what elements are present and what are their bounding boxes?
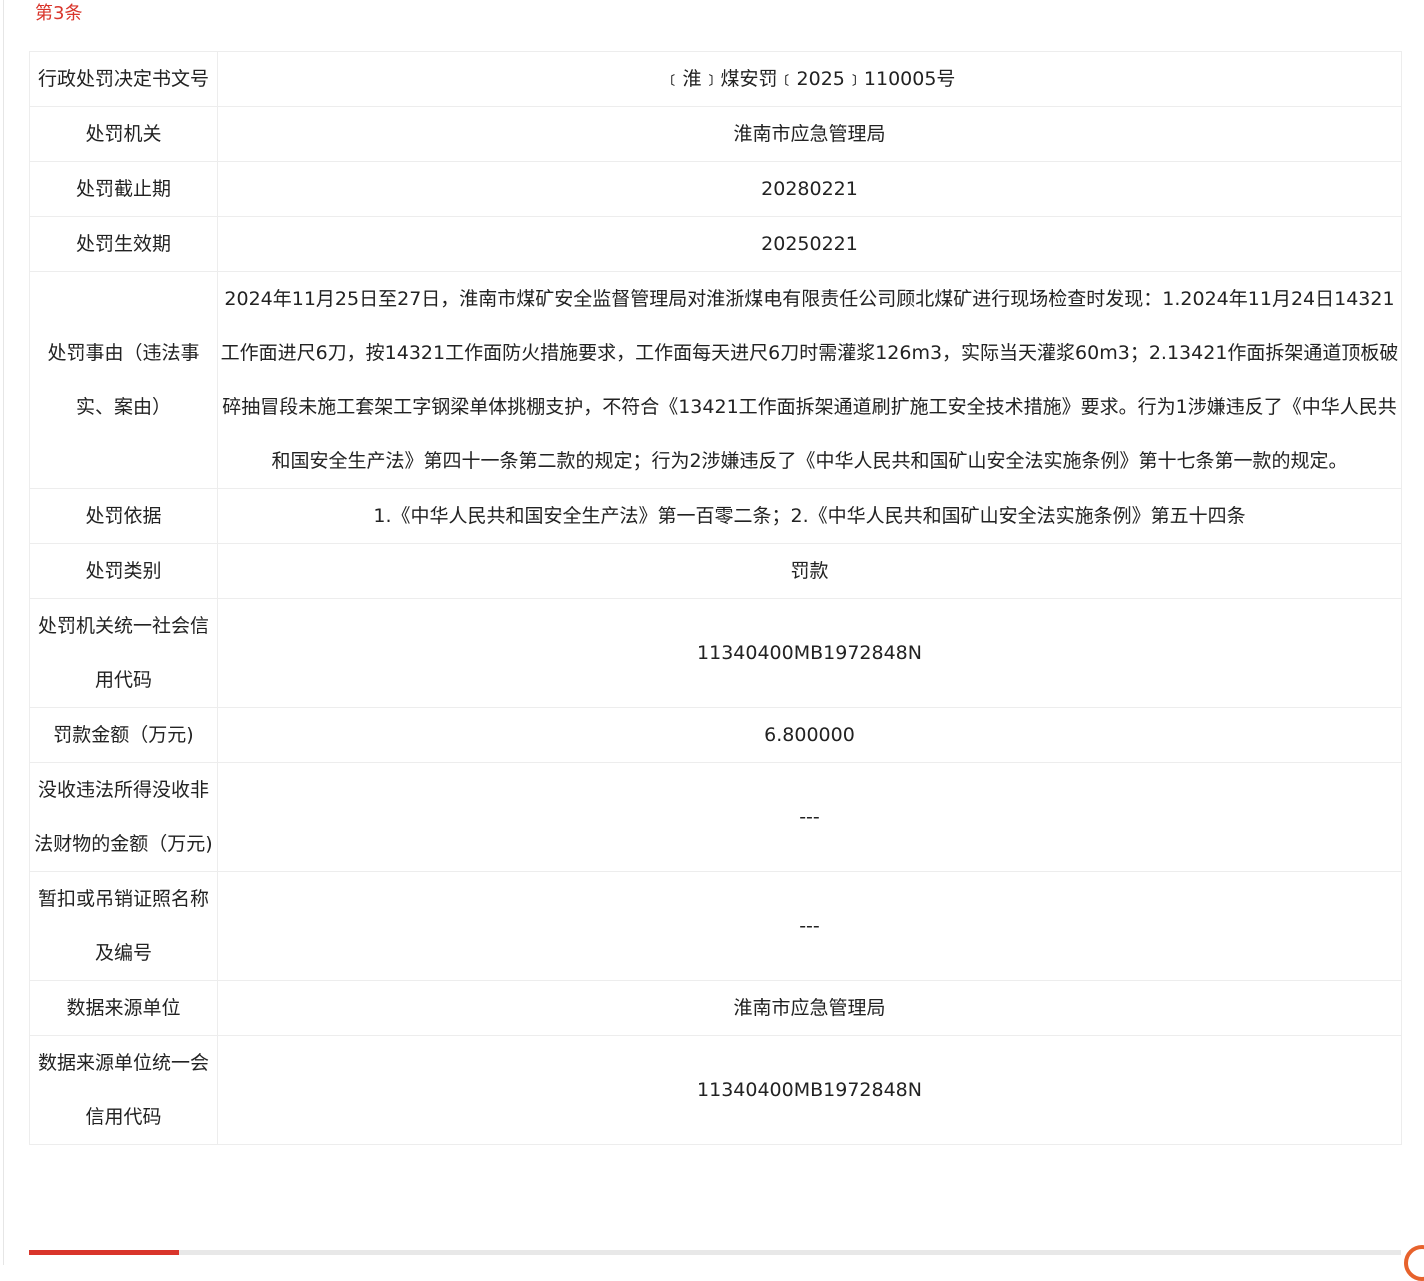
- table-row-decision-number: 行政处罚决定书文号 ﹝淮﹞煤安罚﹝2025﹞110005号: [29, 51, 1402, 107]
- table-row-authority-credit-code: 处罚机关统一社会信用代码 11340400MB1972848N: [29, 598, 1402, 708]
- row-label: 处罚截止期: [29, 161, 218, 217]
- row-label: 数据来源单位: [29, 980, 218, 1036]
- row-label: 处罚机关统一社会信用代码: [29, 598, 218, 708]
- floating-action-icon[interactable]: [1404, 1245, 1424, 1281]
- row-label: 没收违法所得没收非法财物的金额（万元): [29, 762, 218, 872]
- table-row-data-source: 数据来源单位 淮南市应急管理局: [29, 980, 1402, 1036]
- row-label: 处罚生效期: [29, 216, 218, 272]
- row-label: 处罚依据: [29, 488, 218, 544]
- row-value: 淮南市应急管理局: [217, 980, 1402, 1036]
- row-value: 淮南市应急管理局: [217, 106, 1402, 162]
- table-row-authority: 处罚机关 淮南市应急管理局: [29, 106, 1402, 162]
- row-value: 1.《中华人民共和国安全生产法》第一百零二条；2.《中华人民共和国矿山安全法实施…: [217, 488, 1402, 544]
- row-value: 20250221: [217, 216, 1402, 272]
- row-value: 2024年11月25日至27日，淮南市煤矿安全监督管理局对淮浙煤电有限责任公司顾…: [217, 271, 1402, 489]
- row-value: 6.800000: [217, 707, 1402, 763]
- table-row-basis: 处罚依据 1.《中华人民共和国安全生产法》第一百零二条；2.《中华人民共和国矿山…: [29, 488, 1402, 544]
- table-row-deadline: 处罚截止期 20280221: [29, 161, 1402, 217]
- row-label: 暂扣或吊销证照名称及编号: [29, 871, 218, 981]
- row-label: 处罚机关: [29, 106, 218, 162]
- horizontal-scrollbar[interactable]: [29, 1250, 1401, 1255]
- record-index-label: 第3条: [35, 3, 83, 24]
- row-label: 罚款金额（万元): [29, 707, 218, 763]
- table-row-confiscation-amount: 没收违法所得没收非法财物的金额（万元) ---: [29, 762, 1402, 872]
- row-value: 罚款: [217, 543, 1402, 599]
- row-value: ---: [217, 871, 1402, 981]
- scrollbar-thumb[interactable]: [29, 1250, 179, 1255]
- row-value: 11340400MB1972848N: [217, 598, 1402, 708]
- table-row-license-suspension: 暂扣或吊销证照名称及编号 ---: [29, 871, 1402, 981]
- table-row-fine-amount: 罚款金额（万元) 6.800000: [29, 707, 1402, 763]
- table-row-reason: 处罚事由（违法事实、案由） 2024年11月25日至27日，淮南市煤矿安全监督管…: [29, 271, 1402, 489]
- row-label: 处罚事由（违法事实、案由）: [29, 271, 218, 489]
- row-value: 20280221: [217, 161, 1402, 217]
- row-label: 处罚类别: [29, 543, 218, 599]
- table-row-category: 处罚类别 罚款: [29, 543, 1402, 599]
- row-value: ﹝淮﹞煤安罚﹝2025﹞110005号: [217, 51, 1402, 107]
- row-value: 11340400MB1972848N: [217, 1035, 1402, 1145]
- row-label: 数据来源单位统一会信用代码: [29, 1035, 218, 1145]
- penalty-details-table: 行政处罚决定书文号 ﹝淮﹞煤安罚﹝2025﹞110005号 处罚机关 淮南市应急…: [29, 51, 1402, 1145]
- row-label: 行政处罚决定书文号: [29, 51, 218, 107]
- left-divider: [3, 0, 4, 1265]
- table-row-effective-date: 处罚生效期 20250221: [29, 216, 1402, 272]
- row-value: ---: [217, 762, 1402, 872]
- table-row-data-source-credit-code: 数据来源单位统一会信用代码 11340400MB1972848N: [29, 1035, 1402, 1145]
